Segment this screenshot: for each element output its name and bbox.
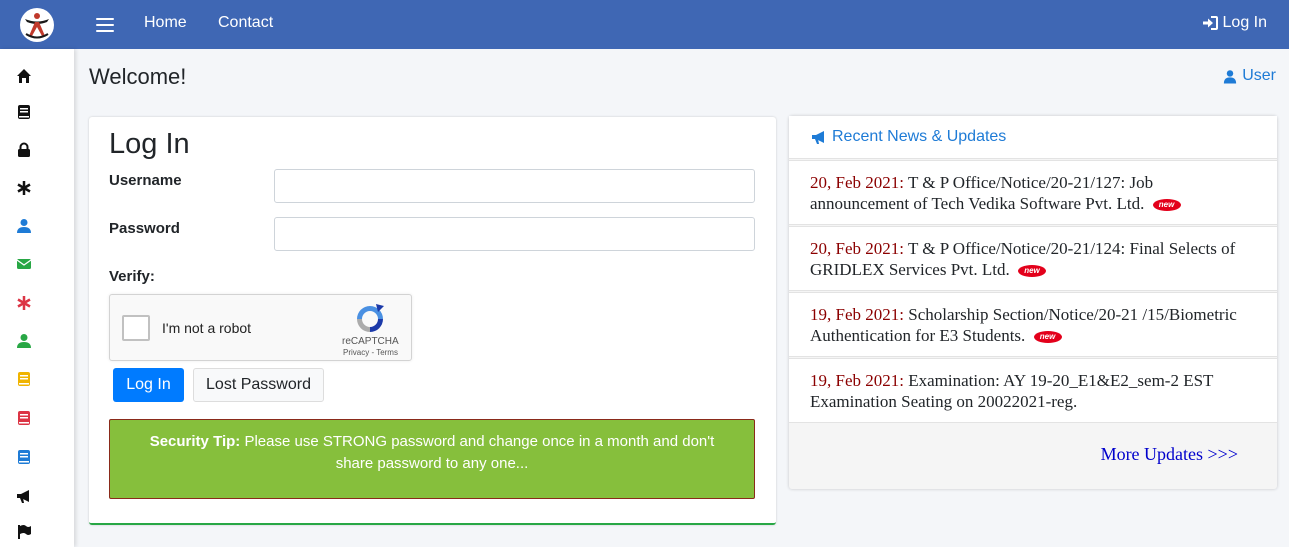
security-tip-label: Security Tip: <box>149 433 241 450</box>
sidebar-book-blue-icon[interactable] <box>16 449 32 465</box>
recaptcha-widget: I'm not a robot reCAPTCHA Privacy - Term… <box>109 294 412 361</box>
security-tip-text: Please use STRONG password and change on… <box>244 433 715 472</box>
recaptcha-brand: reCAPTCHA <box>342 336 399 347</box>
sidebar-asterisk-icon[interactable] <box>16 180 32 196</box>
sidebar-book-icon[interactable] <box>16 104 32 120</box>
security-tip-alert: Security Tip: Please use STRONG password… <box>109 419 755 499</box>
more-updates-link[interactable]: More Updates >>> <box>1101 444 1238 465</box>
user-icon <box>1224 69 1237 83</box>
lost-password-button[interactable]: Lost Password <box>193 368 324 402</box>
password-input[interactable] <box>274 217 755 251</box>
password-label: Password <box>109 220 180 237</box>
sidebar <box>0 49 74 547</box>
new-badge-icon: new <box>1033 331 1062 344</box>
bullhorn-icon <box>812 131 824 144</box>
top-navbar: Home Contact Log In <box>0 0 1289 49</box>
news-date: 19, Feb 2021: <box>810 371 904 390</box>
nav-contact-link[interactable]: Contact <box>218 14 273 32</box>
recaptcha-terms-link[interactable]: Privacy - Terms <box>343 348 398 357</box>
sidebar-envelope-icon[interactable] <box>16 256 32 272</box>
sidebar-bullhorn-icon[interactable] <box>16 488 32 504</box>
username-label: Username <box>109 172 182 189</box>
news-item[interactable]: 20, Feb 2021: T & P Office/Notice/20-21/… <box>789 226 1277 291</box>
user-link[interactable]: User <box>1223 67 1276 85</box>
new-badge-icon: new <box>1017 265 1046 278</box>
page-title: Welcome! <box>89 64 187 89</box>
sidebar-user-icon[interactable] <box>16 218 32 234</box>
login-title: Log In <box>109 128 190 160</box>
menu-toggle-icon[interactable] <box>96 14 114 34</box>
recaptcha-checkbox[interactable] <box>122 315 150 341</box>
sidebar-asterisk-red-icon[interactable] <box>16 295 32 311</box>
news-header: Recent News & Updates <box>789 116 1277 159</box>
user-link-label: User <box>1242 67 1276 84</box>
sign-in-icon <box>1202 16 1218 30</box>
login-card: Log In Username Password Verify: I'm not… <box>89 117 776 525</box>
news-date: 19, Feb 2021: <box>810 305 904 324</box>
new-badge-icon: new <box>1152 199 1181 212</box>
news-item[interactable]: 20, Feb 2021: T & P Office/Notice/20-21/… <box>789 160 1277 225</box>
news-header-title: Recent News & Updates <box>832 128 1007 145</box>
recaptcha-label: I'm not a robot <box>162 320 252 336</box>
sidebar-flag-icon[interactable] <box>16 524 32 540</box>
sidebar-lock-icon[interactable] <box>16 142 32 158</box>
sidebar-book-red-icon[interactable] <box>16 410 32 426</box>
news-item[interactable]: 19, Feb 2021: Examination: AY 19-20_E1&E… <box>789 358 1277 423</box>
sidebar-home-icon[interactable] <box>16 68 32 84</box>
app-logo[interactable] <box>20 7 54 42</box>
sidebar-user-green-icon[interactable] <box>16 333 32 349</box>
verify-label: Verify: <box>109 268 155 285</box>
nav-login-link[interactable]: Log In <box>1202 14 1267 32</box>
nav-login-label: Log In <box>1222 14 1267 31</box>
news-card: Recent News & Updates 20, Feb 2021: T & … <box>789 116 1277 489</box>
news-item[interactable]: 19, Feb 2021: Scholarship Section/Notice… <box>789 292 1277 357</box>
brand[interactable] <box>0 0 74 49</box>
news-date: 20, Feb 2021: <box>810 239 904 258</box>
recaptcha-logo-icon <box>357 304 384 332</box>
login-button[interactable]: Log In <box>113 368 184 402</box>
username-input[interactable] <box>274 169 755 203</box>
sidebar-book-yellow-icon[interactable] <box>16 371 32 387</box>
news-date: 20, Feb 2021: <box>810 173 904 192</box>
nav-home-link[interactable]: Home <box>144 14 187 32</box>
